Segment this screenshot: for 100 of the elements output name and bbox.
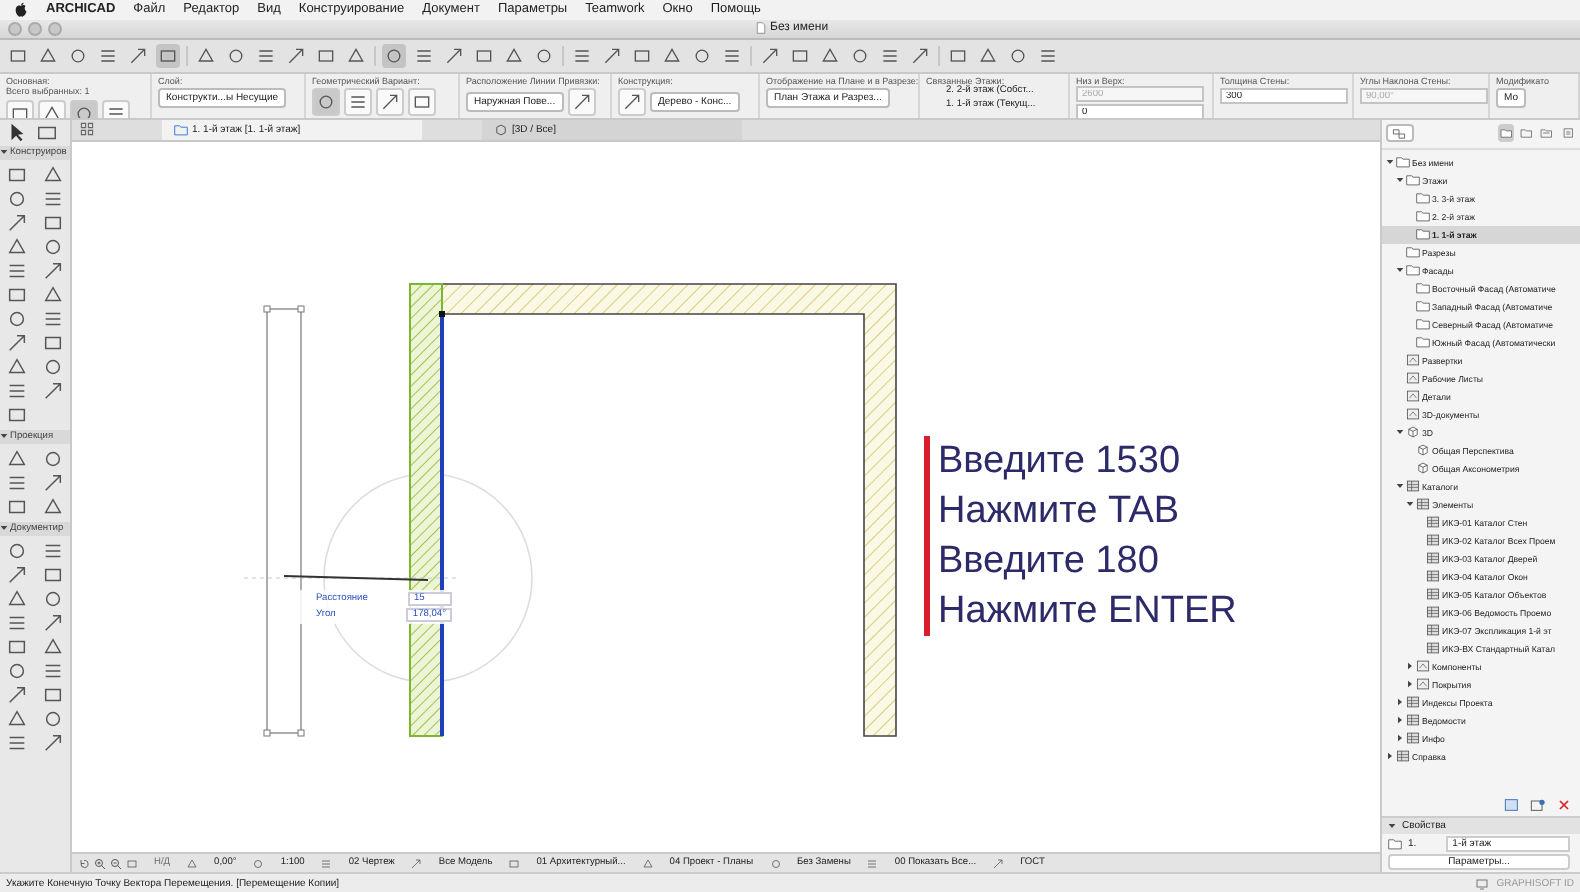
arrow-pointer-icon[interactable] <box>6 121 28 144</box>
tool-icon[interactable] <box>6 683 28 706</box>
tool-icon[interactable] <box>42 731 64 754</box>
marquee-icon[interactable] <box>36 121 58 144</box>
tool-icon[interactable] <box>42 235 64 258</box>
tool-icon[interactable] <box>42 587 64 610</box>
tool-icon[interactable] <box>6 635 28 658</box>
cube-icon <box>1416 444 1430 457</box>
tool-icon[interactable] <box>42 611 64 634</box>
tool-icon[interactable] <box>6 495 28 518</box>
tool-icon[interactable] <box>6 731 28 754</box>
tool-icon[interactable] <box>6 659 28 682</box>
toolbar-tool-icon[interactable] <box>36 43 60 68</box>
toolbar-tool-icon[interactable] <box>502 43 526 68</box>
zoom-out-icon[interactable] <box>110 857 122 870</box>
tool-icon[interactable] <box>42 379 64 402</box>
tool-icon[interactable] <box>6 211 28 234</box>
tool-icon[interactable] <box>42 683 64 706</box>
tool-icon[interactable] <box>42 495 64 518</box>
option-icon[interactable] <box>376 88 404 117</box>
tool-icon[interactable] <box>42 307 64 330</box>
tool-icon[interactable] <box>6 471 28 494</box>
tool-icon[interactable] <box>42 355 64 378</box>
tool-icon[interactable] <box>6 563 28 586</box>
option-icon <box>508 857 521 870</box>
tool-icon[interactable] <box>6 539 28 562</box>
zoom-in-icon[interactable] <box>94 857 106 870</box>
collapsed-arrow-icon[interactable] <box>1406 680 1414 689</box>
tool-icon[interactable] <box>42 259 64 282</box>
toolbar-tool-icon[interactable] <box>156 43 180 68</box>
table-icon <box>1426 552 1440 565</box>
tool-icon[interactable] <box>6 611 28 634</box>
tool-icon[interactable] <box>42 563 64 586</box>
toolbar-tool-icon[interactable] <box>126 43 150 68</box>
toolbar-tool-icon[interactable] <box>976 43 1000 68</box>
tool-icon[interactable] <box>42 539 64 562</box>
option-icon <box>320 857 333 870</box>
expanded-arrow-icon[interactable] <box>1396 482 1404 491</box>
option-icon <box>866 857 879 870</box>
tool-icon[interactable] <box>42 163 64 186</box>
undo-icon[interactable] <box>78 857 90 870</box>
toolbar-tool-icon[interactable] <box>382 43 406 68</box>
option-icon[interactable] <box>567 88 596 117</box>
option-icon[interactable] <box>344 88 372 117</box>
apple-logo-icon[interactable] <box>14 1 28 18</box>
navigator-dropdown[interactable] <box>1386 124 1414 143</box>
option-icon <box>641 857 654 870</box>
document-icon <box>756 22 766 35</box>
toolbar-tool-icon[interactable] <box>818 43 842 68</box>
toolbar-tool-icon[interactable] <box>600 43 624 68</box>
cube-icon <box>1406 426 1420 439</box>
tool-icon[interactable] <box>6 403 28 426</box>
close-icon[interactable] <box>1554 795 1574 814</box>
toolbar-tool-icon[interactable] <box>442 43 466 68</box>
tool-icon[interactable] <box>42 471 64 494</box>
tool-icon[interactable] <box>6 707 28 730</box>
option-icon[interactable] <box>408 88 436 117</box>
table-icon <box>1426 606 1440 619</box>
collapsed-arrow-icon[interactable] <box>1396 698 1404 707</box>
toolbar-tool-icon[interactable] <box>344 43 368 68</box>
expanded-arrow-icon[interactable] <box>1406 500 1414 509</box>
grid-view-icon[interactable] <box>80 122 94 137</box>
toolbar-tool-icon[interactable] <box>758 43 782 68</box>
tool-icon[interactable] <box>42 187 64 210</box>
expanded-arrow-icon[interactable] <box>1386 158 1394 167</box>
tool-icon[interactable] <box>6 355 28 378</box>
tool-icon[interactable] <box>42 331 64 354</box>
option-icon <box>126 857 138 870</box>
tool-icon[interactable] <box>6 331 28 354</box>
tool-icon[interactable] <box>6 259 28 282</box>
option-icon[interactable] <box>618 88 646 117</box>
tool-icon[interactable] <box>42 447 64 470</box>
toolbar-tool-icon[interactable] <box>908 43 932 68</box>
tool-icon[interactable] <box>6 379 28 402</box>
tool-icon[interactable] <box>6 235 28 258</box>
tool-icon[interactable] <box>6 307 28 330</box>
tool-icon[interactable] <box>6 587 28 610</box>
toolbar-tool-icon[interactable] <box>284 43 308 68</box>
expanded-arrow-icon[interactable] <box>1396 266 1404 275</box>
collapsed-arrow-icon[interactable] <box>1386 752 1394 761</box>
tool-icon[interactable] <box>42 707 64 730</box>
collapsed-arrow-icon[interactable] <box>1396 734 1404 743</box>
sheet-icon <box>1416 678 1430 691</box>
expanded-arrow-icon[interactable] <box>1396 176 1404 185</box>
sheet-icon <box>1416 660 1430 673</box>
option-icon[interactable] <box>312 88 340 117</box>
toolbar-tool-icon[interactable] <box>194 43 218 68</box>
tool-icon[interactable] <box>42 283 64 306</box>
tool-icon[interactable] <box>6 187 28 210</box>
toolbar-tool-icon[interactable] <box>660 43 684 68</box>
collapsed-arrow-icon[interactable] <box>1396 716 1404 725</box>
collapsed-arrow-icon[interactable] <box>1406 662 1414 671</box>
tool-icon[interactable] <box>42 211 64 234</box>
tool-icon[interactable] <box>6 447 28 470</box>
tool-icon[interactable] <box>6 283 28 306</box>
sheet-icon <box>1406 390 1420 403</box>
tool-icon[interactable] <box>42 635 64 658</box>
table-icon <box>1406 480 1420 493</box>
tool-icon[interactable] <box>42 659 64 682</box>
tool-icon[interactable] <box>6 163 28 186</box>
